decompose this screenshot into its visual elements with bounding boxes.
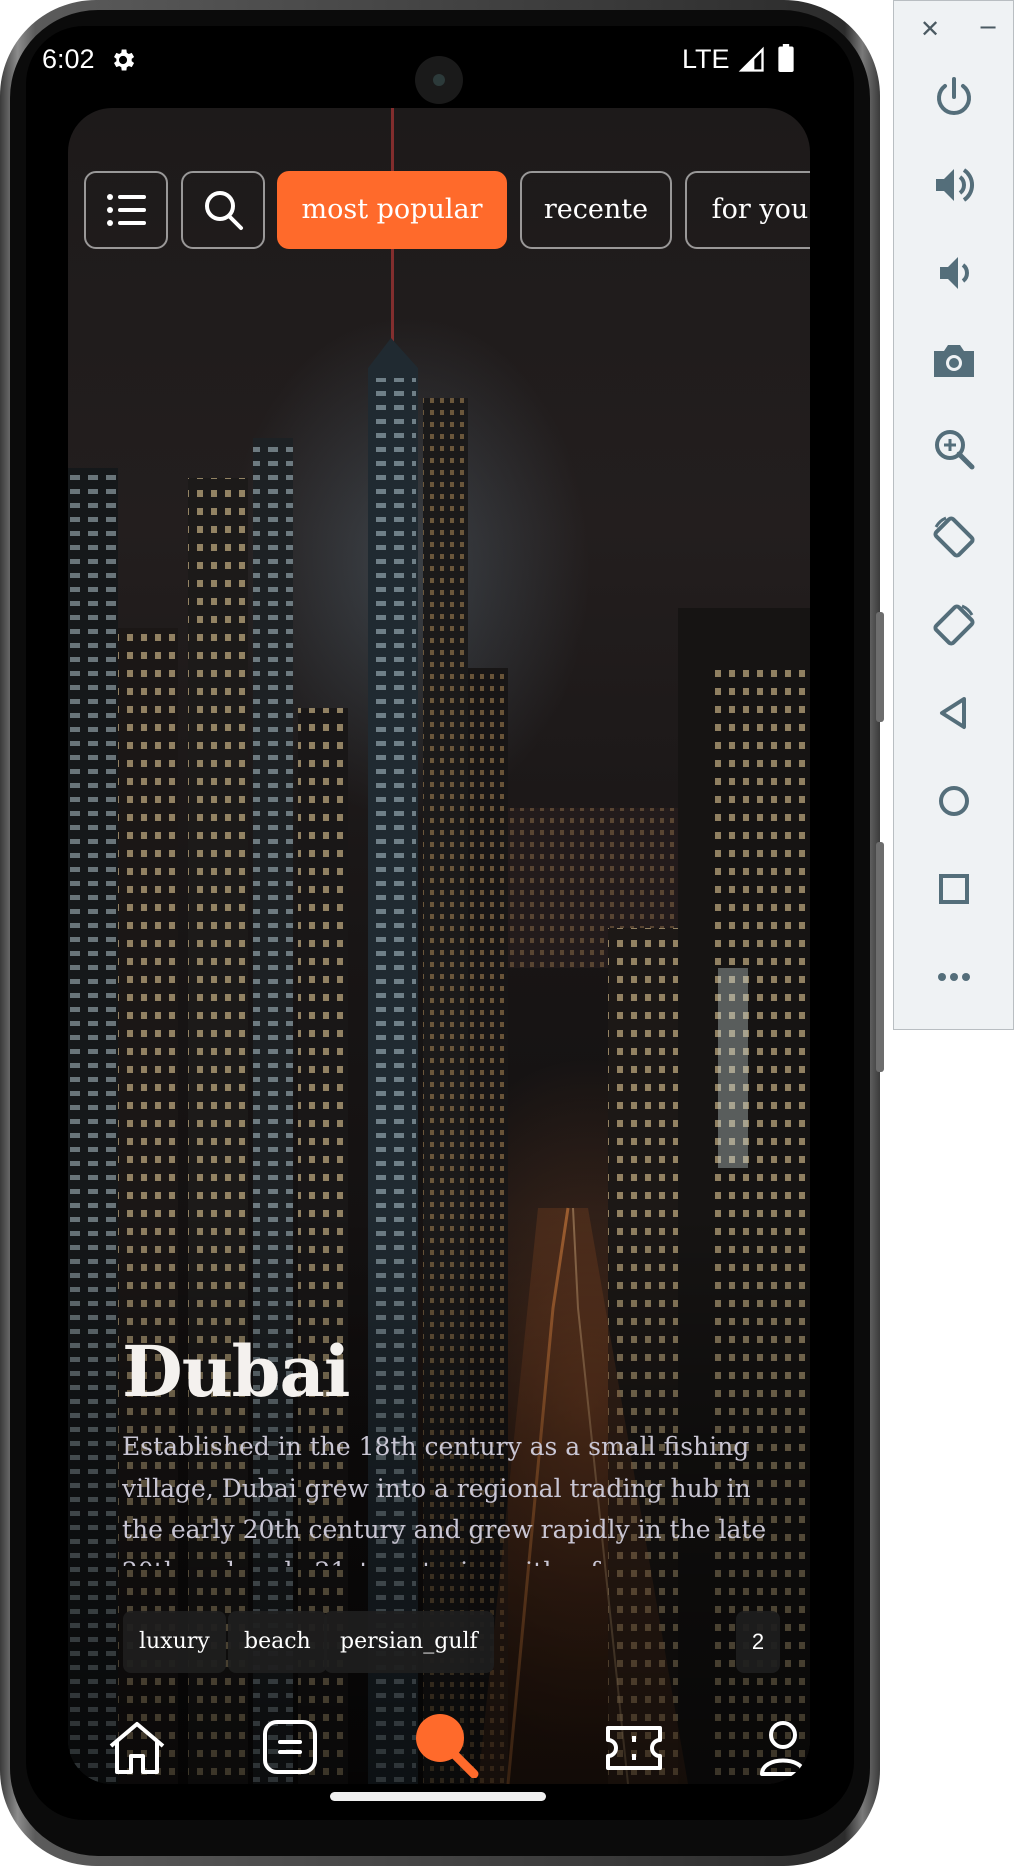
signal-icon [738, 46, 764, 72]
tag-luxury[interactable]: luxury [123, 1611, 226, 1673]
gear-icon [114, 49, 135, 71]
phone-side-button-power [876, 842, 884, 1072]
power-icon[interactable] [930, 73, 978, 121]
status-time: 6:02 [42, 44, 95, 74]
front-camera [415, 56, 463, 104]
destination-card[interactable]: most popular recente for you Dubai Estab… [68, 108, 810, 1784]
battery-icon [778, 44, 794, 72]
destination-title: Dubai [122, 1330, 350, 1413]
status-bar: 6:02 LTE [26, 26, 854, 104]
search-icon [205, 191, 243, 230]
network-type: LTE [682, 44, 730, 74]
tag-persian-gulf[interactable]: persian_gulf [324, 1611, 494, 1673]
feed-icon[interactable] [262, 1718, 318, 1776]
camera-icon[interactable] [930, 337, 978, 385]
more-icon[interactable] [930, 953, 978, 1001]
minimize-icon[interactable]: − [978, 13, 998, 41]
emulator-toolbar: ✕ − [893, 0, 1014, 1030]
home-icon[interactable] [106, 1718, 168, 1778]
more-tags-badge[interactable]: 2 [736, 1611, 780, 1673]
zoom-icon[interactable] [930, 425, 978, 473]
filter-bar: most popular recente for you [68, 108, 810, 258]
list-icon [107, 194, 146, 226]
rotate-left-icon[interactable] [930, 513, 978, 561]
volume-up-icon[interactable] [930, 161, 978, 209]
tag-beach[interactable]: beach [228, 1611, 327, 1673]
rotate-right-icon[interactable] [930, 601, 978, 649]
search-button[interactable] [181, 171, 265, 249]
ticket-icon[interactable] [604, 1722, 664, 1774]
menu-button[interactable] [84, 171, 168, 249]
filter-most-popular[interactable]: most popular [277, 171, 507, 249]
filter-recente[interactable]: recente [520, 171, 672, 249]
search-icon[interactable] [414, 1712, 480, 1778]
destination-description: Established in the 18th century as a sma… [122, 1432, 767, 1566]
close-icon[interactable]: ✕ [920, 15, 940, 43]
volume-down-icon[interactable] [930, 249, 978, 297]
back-icon[interactable] [930, 689, 978, 737]
phone-side-button-volume [876, 612, 884, 722]
filter-for-you[interactable]: for you [685, 171, 810, 249]
phone-screen: 6:02 LTE most popular recente for you Du… [26, 26, 854, 1820]
home-circle-icon[interactable] [930, 777, 978, 825]
profile-icon[interactable] [758, 1718, 808, 1778]
home-indicator[interactable] [330, 1792, 546, 1801]
overview-icon[interactable] [930, 865, 978, 913]
